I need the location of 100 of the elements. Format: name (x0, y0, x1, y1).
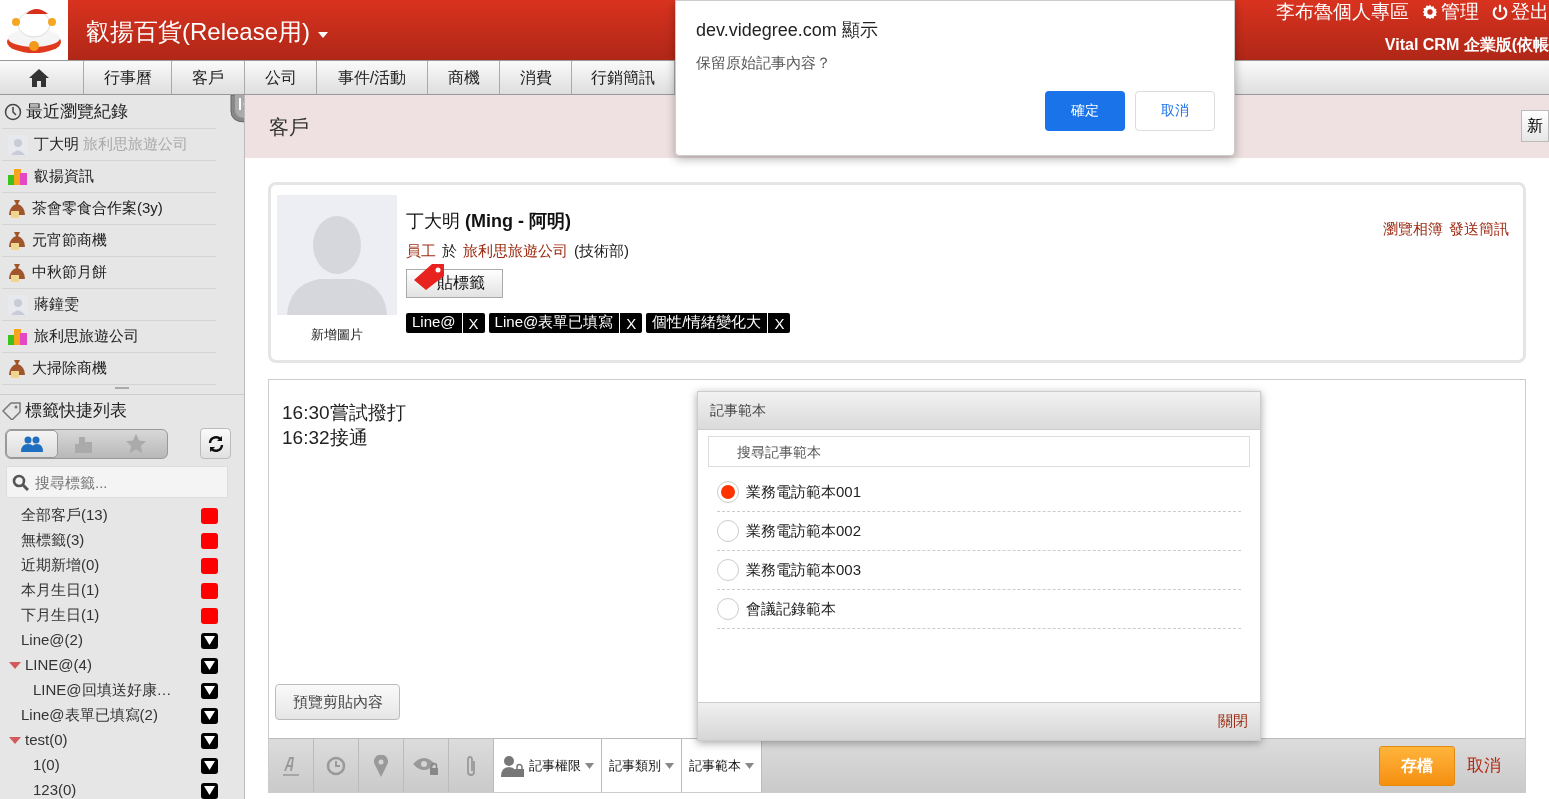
expanded-arrow-icon[interactable] (9, 737, 21, 744)
tag-item[interactable]: 123(0) (21, 779, 201, 799)
nav-tab[interactable]: 行事曆 (84, 61, 172, 94)
money-bag-icon (8, 198, 26, 219)
tag-item[interactable]: 下月生日(1) (21, 604, 201, 627)
dropdown-button[interactable] (201, 782, 218, 799)
tag-chip: 個性/情緒變化大 X (646, 312, 791, 333)
recent-item[interactable]: 蔣鐘雯 (2, 289, 216, 321)
recent-item[interactable]: 大掃除商機 (2, 353, 216, 385)
option-label[interactable]: 業務電訪範本001 (746, 480, 862, 504)
header-link[interactable]: 李布魯個人專區 (1276, 0, 1409, 27)
clock-icon (4, 102, 22, 121)
dropdown-menu[interactable]: 記事權限 (494, 739, 602, 792)
recent-item[interactable]: 元宵節商機 (2, 225, 216, 257)
radio-button[interactable] (717, 520, 739, 542)
new-button[interactable]: 新 (1521, 109, 1549, 142)
close-link[interactable]: 關閉 (1218, 710, 1248, 733)
recent-item[interactable]: 中秋節月餅 (2, 257, 216, 289)
remove-tag-button[interactable]: X (767, 312, 791, 333)
resize-handle[interactable] (115, 387, 129, 389)
tag-item[interactable]: Line@表單已填寫(2) (21, 704, 201, 727)
recent-item-label: 元宵節商機 (32, 230, 107, 251)
option-label[interactable]: 會議記錄範本 (746, 597, 836, 621)
building-icon (75, 434, 93, 453)
remove-tag-button[interactable]: X (619, 312, 643, 333)
remove-tag-button[interactable]: X (461, 312, 485, 333)
dropdown-button[interactable] (201, 657, 218, 674)
recent-item[interactable]: 丁大明 旅利思旅遊公司 (2, 129, 216, 161)
tag-search-field[interactable]: 搜尋標籤... (6, 466, 228, 498)
expanded-arrow-icon[interactable] (9, 662, 21, 669)
logo-icon[interactable] (0, 0, 68, 60)
ok-button[interactable]: 確定 (1045, 90, 1125, 131)
tag-item[interactable]: test(0) (25, 729, 201, 752)
search-icon (12, 474, 29, 491)
dialog-origin: dev.videgree.com 顯示 (696, 19, 879, 42)
nav-tab[interactable]: 客戶 (172, 61, 245, 94)
cancel-link[interactable]: 取消 (1467, 752, 1501, 779)
recent-item-label: 叡揚資訊 (34, 166, 94, 187)
person-icon (8, 294, 28, 315)
option-label[interactable]: 業務電訪範本002 (746, 519, 862, 543)
preview-button[interactable]: 預覽剪貼內容 (275, 684, 400, 720)
paperclip-icon (465, 754, 477, 777)
tag-marker (201, 582, 218, 599)
option-label[interactable]: 業務電訪範本003 (746, 558, 862, 582)
recent-item-label: 大掃除商機 (32, 358, 107, 379)
tag-marker (201, 607, 218, 624)
money-bag-icon (8, 262, 26, 283)
recent-item[interactable]: 旅利思旅遊公司 (2, 321, 216, 353)
dropdown-button[interactable] (201, 707, 218, 724)
recent-item-label: 茶會零食合作案(3y) (32, 198, 163, 219)
tag-item[interactable]: 全部客戶(13) (21, 504, 201, 527)
add-picture-link[interactable]: 新增圖片 (311, 325, 363, 345)
refresh-button[interactable] (200, 428, 231, 459)
dropdown-button[interactable] (201, 732, 218, 749)
eye-lock-icon (412, 755, 440, 776)
nav-tab[interactable]: 事件/活動 (317, 61, 428, 94)
note-line: 16:32接通 (282, 426, 368, 450)
template-search-field[interactable]: 搜尋記事範本 (708, 436, 1250, 467)
recent-item[interactable]: 叡揚資訊 (2, 161, 216, 193)
tag-item[interactable]: 無標籤(3) (21, 529, 201, 552)
dropdown-button[interactable] (201, 757, 218, 774)
tag-chip: Line@ X (406, 312, 485, 333)
role-link[interactable]: 員工 (406, 240, 436, 263)
header-link[interactable]: 登出 (1491, 0, 1549, 27)
filter-tab[interactable] (6, 429, 58, 458)
nav-tab[interactable]: 消費 (500, 61, 572, 94)
caret-icon (745, 762, 754, 769)
tag-item[interactable]: 1(0) (21, 754, 201, 777)
caret-icon (665, 762, 674, 769)
tag-item[interactable]: 本月生日(1) (21, 579, 201, 602)
nav-tab[interactable]: 商機 (428, 61, 500, 94)
radio-button[interactable] (717, 559, 739, 581)
company-title[interactable]: 叡揚百貨(Release用) (86, 14, 311, 50)
cancel-button[interactable]: 取消 (1135, 90, 1215, 131)
nav-tab[interactable]: 公司 (245, 61, 317, 94)
star-icon (126, 434, 146, 453)
recent-item-label: 蔣鐘雯 (34, 294, 79, 315)
caret-icon[interactable] (318, 32, 329, 38)
dropdown-button[interactable] (201, 682, 218, 699)
contact-link[interactable]: 瀏覽相簿 (1383, 218, 1443, 241)
recent-item-label: 旅利思旅遊公司 (34, 326, 139, 347)
filter-switch[interactable] (5, 428, 168, 459)
radio-button[interactable] (717, 481, 739, 503)
tag-item[interactable]: LINE@回填送好康… (21, 679, 201, 702)
tag-item[interactable]: LINE@(4) (25, 654, 201, 677)
dialog-message: 保留原始記事內容？ (696, 53, 832, 73)
recent-item[interactable]: 茶會零食合作案(3y) (2, 193, 216, 225)
company-link[interactable]: 旅利思旅遊公司 (463, 240, 568, 263)
dropdown-menu[interactable]: 記事類別 (602, 739, 682, 792)
header-link[interactable]: 管理 (1421, 0, 1479, 27)
buildings-icon (8, 327, 28, 346)
tag-item[interactable]: Line@(2) (21, 629, 201, 652)
dropdown-button[interactable] (201, 632, 218, 649)
contact-link[interactable]: 發送簡訊 (1449, 218, 1509, 241)
dropdown-menu[interactable]: 記事範本 (682, 739, 762, 792)
tag-item[interactable]: 近期新增(0) (21, 554, 201, 577)
tag-marker (201, 507, 218, 524)
radio-button[interactable] (717, 598, 739, 620)
person-icon (8, 134, 28, 155)
recent-item-label: 丁大明 旅利思旅遊公司 (34, 134, 189, 155)
